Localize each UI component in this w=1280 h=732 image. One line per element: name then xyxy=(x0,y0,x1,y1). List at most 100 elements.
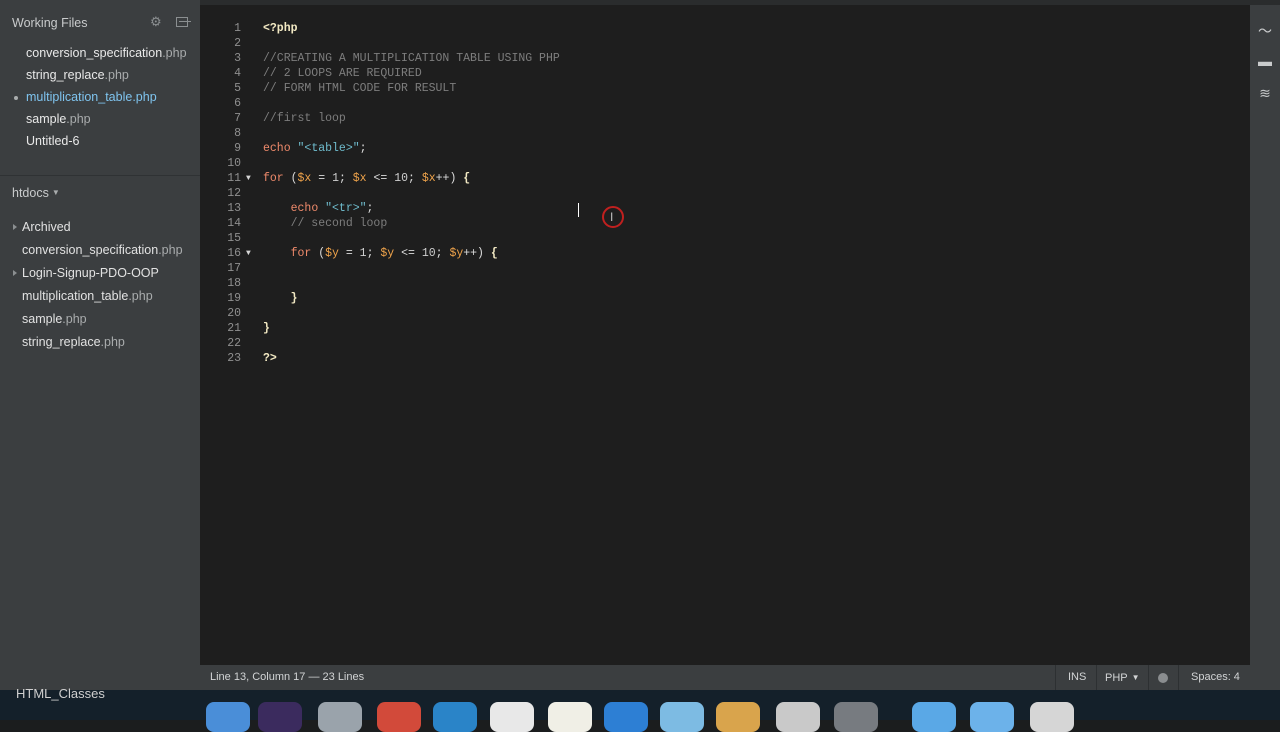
trash-icon[interactable] xyxy=(1030,702,1074,732)
brackets-icon[interactable] xyxy=(433,702,477,732)
working-file-item[interactable]: string_replace.php xyxy=(26,68,129,82)
language-select[interactable]: PHP ▼ xyxy=(1105,665,1140,691)
working-file-item[interactable]: conversion_specification.php xyxy=(26,46,187,60)
working-file-ext: .php xyxy=(66,112,91,126)
working-file-ext: .php xyxy=(162,46,187,60)
project-dropdown[interactable]: htdocs ▼ xyxy=(12,186,60,200)
right-toolbar: 〜 ▬ ≋ xyxy=(1250,5,1280,690)
code-line: 20 xyxy=(200,306,1250,321)
indent-setting[interactable]: Spaces: 4 xyxy=(1191,665,1240,690)
tree-file[interactable]: multiplication_table.php xyxy=(22,289,153,303)
code-text: } xyxy=(290,292,298,305)
working-files-header: Working Files xyxy=(12,16,88,30)
line-number: 12 xyxy=(227,187,241,200)
code-line: 1 <?php xyxy=(200,21,1250,36)
code-line: 15 xyxy=(200,231,1250,246)
code-line: 5 // FORM HTML CODE FOR RESULT xyxy=(200,81,1250,96)
code-line: 3 //CREATING A MULTIPLICATION TABLE USING… xyxy=(200,51,1250,66)
line-number: 11 xyxy=(227,172,241,185)
code-text: //CREATING A MULTIPLICATION TABLE USING … xyxy=(263,52,560,65)
code-text: // second loop xyxy=(263,217,388,230)
gear-icon[interactable]: ⚙ xyxy=(150,15,162,28)
line-number: 13 xyxy=(227,202,241,215)
tree-folder[interactable]: Archived xyxy=(13,220,71,234)
tree-file[interactable]: string_replace.php xyxy=(22,335,125,349)
tree-item-name: Archived xyxy=(22,220,71,234)
preview-icon[interactable] xyxy=(716,702,760,732)
code-line: 16 ▼ for ($y = 1; $y <= 10; $y++) { xyxy=(200,246,1250,261)
code-line: 6 xyxy=(200,96,1250,111)
cursor-position: Line 13, Column 17 — 23 Lines xyxy=(210,665,364,690)
status-separator xyxy=(1096,665,1097,690)
code-editor[interactable]: 1 <?php 2 3 //CREATING A MULTIPLICATION TA… xyxy=(200,5,1250,665)
tree-item-ext: .php xyxy=(158,243,183,257)
status-bar: Line 13, Column 17 — 23 Lines INS PHP ▼ S… xyxy=(200,665,1250,690)
working-file-name: sample xyxy=(26,112,67,126)
code-line: 9 echo "<table>"; xyxy=(200,141,1250,156)
code-line: 11 ▼ for ($x = 1; $x <= 10; $x++) { xyxy=(200,171,1250,186)
folder-icon[interactable] xyxy=(912,702,956,732)
code-line: 23 ?> xyxy=(200,351,1250,366)
dock-tooltip: HTML_Classes xyxy=(16,686,105,701)
code-text: for ($y = 1; $y <= 10; $y++) { xyxy=(290,247,498,260)
sidebar-divider xyxy=(0,175,200,176)
project-name: htdocs xyxy=(12,186,49,200)
chevron-right-icon xyxy=(13,270,17,276)
safari-icon[interactable] xyxy=(604,702,648,732)
code-line: 22 xyxy=(200,336,1250,351)
insert-mode-toggle[interactable]: INS xyxy=(1068,665,1086,690)
code-line: 17 xyxy=(200,261,1250,276)
working-file-name: multiplication_table xyxy=(26,90,133,104)
line-number: 5 xyxy=(234,82,241,95)
chevron-down-icon: ▼ xyxy=(51,188,60,197)
disk-utility-icon[interactable] xyxy=(776,702,820,732)
calendar-icon[interactable] xyxy=(490,702,534,732)
macos-dock: HTML_Classes xyxy=(0,686,1280,732)
chevron-right-icon xyxy=(13,224,17,230)
code-text: } xyxy=(263,322,270,335)
line-number: 4 xyxy=(234,67,241,80)
system-preferences-icon[interactable] xyxy=(834,702,878,732)
code-line: 7 //first loop xyxy=(200,111,1250,126)
working-file-ext: .php xyxy=(132,90,157,104)
facetime-icon[interactable] xyxy=(660,702,704,732)
split-view-icon[interactable] xyxy=(176,17,191,27)
tree-file[interactable]: conversion_specification.php xyxy=(22,243,183,257)
line-number: 22 xyxy=(227,337,241,350)
code-text: for ($x = 1; $x <= 10; $x++) { xyxy=(263,172,471,185)
tree-item-ext: .php xyxy=(128,289,153,303)
tree-item-name: multiplication_table xyxy=(22,289,129,303)
finder-icon[interactable] xyxy=(206,702,250,732)
line-number: 9 xyxy=(234,142,241,155)
folder-icon[interactable] xyxy=(970,702,1014,732)
notes-icon[interactable] xyxy=(548,702,592,732)
tree-item-name: conversion_specification xyxy=(22,243,159,257)
line-number: 16 xyxy=(227,247,241,260)
line-number: 7 xyxy=(234,112,241,125)
code-text: // 2 LOOPS ARE REQUIRED xyxy=(263,67,422,80)
layers-icon[interactable]: ≋ xyxy=(1257,85,1273,101)
tree-item-name: Login-Signup-PDO-OOP xyxy=(22,266,159,280)
launchpad-icon[interactable] xyxy=(318,702,362,732)
line-number: 20 xyxy=(227,307,241,320)
working-file-name: Untitled-6 xyxy=(26,134,80,148)
code-line: 13 echo "<tr>"; xyxy=(200,201,1250,216)
eclipse-icon[interactable] xyxy=(258,702,302,732)
working-file-item-active[interactable]: multiplication_table.php xyxy=(14,90,157,104)
fold-arrow-icon[interactable]: ▼ xyxy=(246,171,251,186)
code-text: // FORM HTML CODE FOR RESULT xyxy=(263,82,457,95)
tree-folder[interactable]: Login-Signup-PDO-OOP xyxy=(13,266,159,280)
ibeam-cursor-icon: I xyxy=(610,210,614,224)
fold-arrow-icon[interactable]: ▼ xyxy=(246,246,251,261)
tree-file[interactable]: sample.php xyxy=(22,312,87,326)
working-file-item[interactable]: sample.php xyxy=(26,112,91,126)
sidebar: Working Files ⚙ conversion_specification… xyxy=(0,0,200,690)
code-text: echo "<tr>"; xyxy=(290,202,374,215)
line-number: 3 xyxy=(234,52,241,65)
extension-manager-icon[interactable]: ▬ xyxy=(1257,53,1273,69)
working-file-item[interactable]: Untitled-6 xyxy=(26,134,80,148)
live-preview-icon[interactable]: 〜 xyxy=(1257,23,1273,39)
tree-item-ext: .php xyxy=(100,335,125,349)
linter-status-icon[interactable] xyxy=(1158,673,1168,683)
chrome-icon[interactable] xyxy=(377,702,421,732)
